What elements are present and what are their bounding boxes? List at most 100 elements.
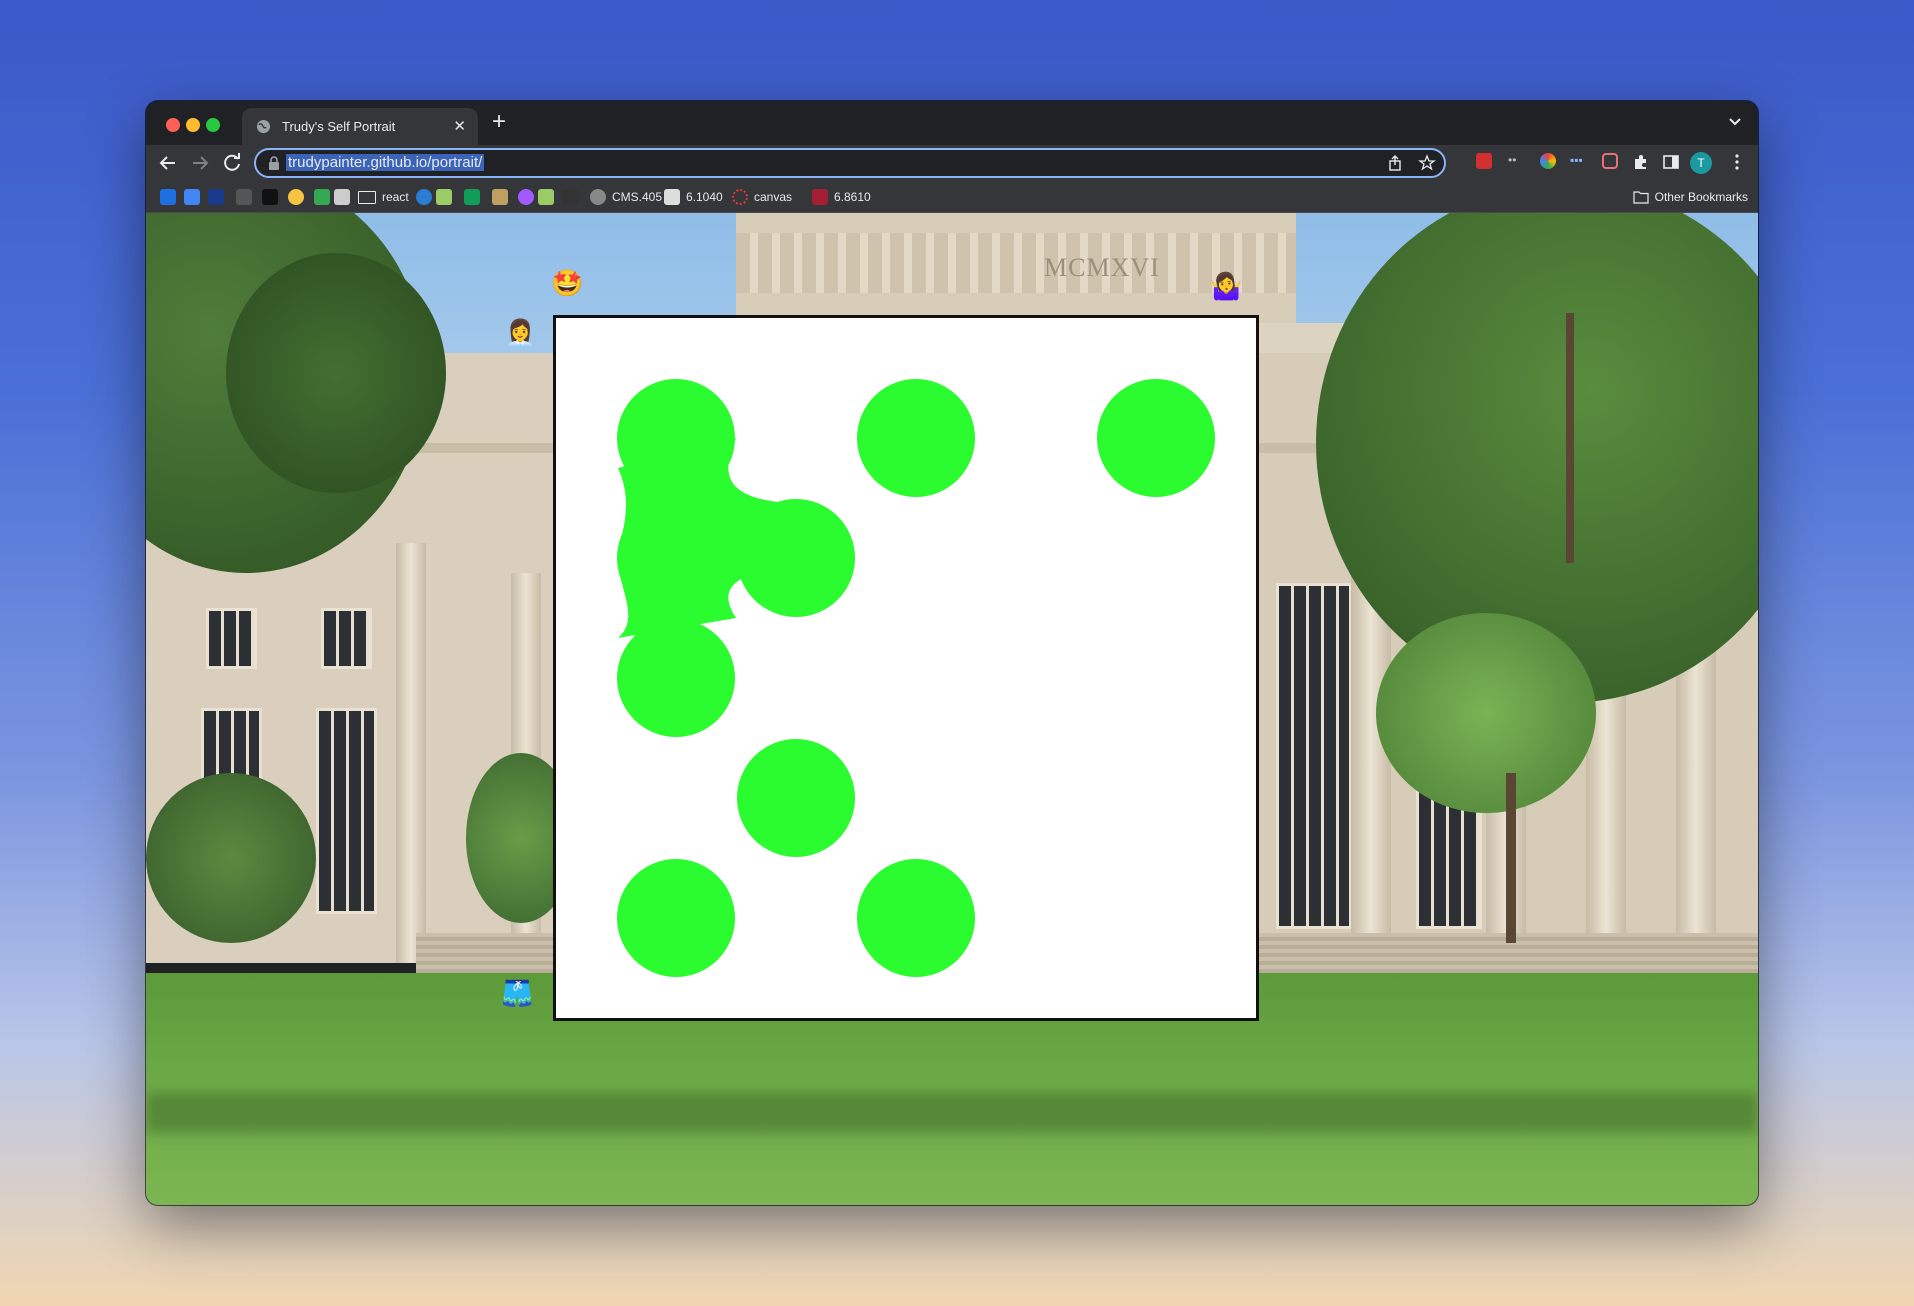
bookmark-label: CMS.405	[612, 190, 663, 204]
extension-record-icon[interactable]	[1602, 153, 1618, 169]
bookmark-item[interactable]	[288, 189, 304, 205]
stars-icon	[236, 189, 252, 205]
bookmark-item[interactable]	[236, 189, 252, 205]
reload-icon[interactable]	[220, 151, 244, 175]
nw-icon	[208, 189, 224, 205]
profile-avatar[interactable]: T	[1690, 152, 1712, 174]
new-tab-button[interactable]: +	[492, 109, 506, 135]
tab-strip: Trudy's Self Portrait ✕ +	[146, 101, 1758, 145]
background-tree-trunk	[1566, 313, 1574, 563]
background-window	[316, 708, 377, 914]
globe-icon	[256, 119, 271, 134]
other-bookmarks[interactable]: Other Bookmarks	[1633, 189, 1748, 205]
tab-active[interactable]: Trudy's Self Portrait ✕	[242, 108, 478, 145]
book-icon	[334, 189, 350, 205]
bookmark-item[interactable]	[160, 189, 176, 205]
money-house-icon	[492, 189, 508, 205]
bookmark-item[interactable]	[184, 189, 200, 205]
share-icon[interactable]	[1386, 154, 1404, 172]
bookmark-label: canvas	[754, 190, 793, 204]
portrait-dot	[617, 379, 735, 497]
zotero-icon	[562, 189, 578, 205]
extension-dots-icon[interactable]: ••	[1508, 153, 1526, 171]
edge-icon	[416, 189, 432, 205]
bookmark-item[interactable]	[464, 189, 480, 205]
folder-icon	[1633, 191, 1649, 204]
extension-bars-icon[interactable]: ▪▪▪	[1570, 153, 1588, 171]
background-tree-trunk	[1506, 773, 1516, 943]
dropbox-icon	[160, 189, 176, 205]
portrait-dot	[617, 619, 735, 737]
chevron-down-icon[interactable]	[1728, 115, 1742, 129]
extension-red-icon[interactable]	[1476, 153, 1492, 169]
browser-toolbar: trudypainter.github.io/portrait/ •• ▪▪▪ …	[146, 145, 1758, 182]
background-tree	[226, 253, 446, 493]
bookmark-item[interactable]	[518, 189, 534, 205]
star-struck-emoji[interactable]: 🤩	[551, 268, 583, 298]
browser-window: Trudy's Self Portrait ✕ + trudypainter.g…	[146, 101, 1758, 1205]
portrait-dot	[857, 859, 975, 977]
bookmarks-bar: Other Bookmarks react CMS.405 6.1040 canvas…	[146, 182, 1758, 213]
background-steps	[1236, 933, 1758, 973]
bookmark-item[interactable]: canvas	[732, 189, 792, 205]
shorts-emoji[interactable]: 🩳	[501, 978, 533, 1008]
messenger-icon	[518, 189, 534, 205]
bookmark-item[interactable]	[562, 189, 578, 205]
portrait-dot	[857, 379, 975, 497]
forward-icon[interactable]	[188, 151, 212, 175]
bookmark-item[interactable]	[436, 189, 452, 205]
bookmark-item[interactable]	[208, 189, 224, 205]
bookmark-item[interactable]	[262, 189, 278, 205]
background-lawn-shadow	[146, 1093, 1758, 1133]
bookmark-item[interactable]	[334, 189, 350, 205]
extension-colors-icon[interactable]	[1540, 153, 1556, 169]
close-tab-icon[interactable]: ✕	[453, 117, 466, 135]
smiley-icon	[288, 189, 304, 205]
folder-icon	[358, 190, 376, 204]
portrait-dot	[737, 499, 855, 617]
bookmark-item[interactable]: 6.1040	[664, 189, 723, 205]
background-column	[1351, 573, 1391, 963]
house-icon	[436, 189, 452, 205]
nts-icon	[262, 189, 278, 205]
portrait-dot	[737, 739, 855, 857]
portrait-dot	[1097, 379, 1215, 497]
drive-icon	[314, 189, 330, 205]
bookmark-item[interactable]	[492, 189, 508, 205]
maximize-window-button[interactable]	[206, 118, 220, 132]
star-icon[interactable]	[1418, 154, 1436, 172]
bookmark-item[interactable]	[538, 189, 554, 205]
minimize-window-button[interactable]	[186, 118, 200, 132]
background-window	[321, 608, 372, 669]
lock-icon[interactable]	[268, 156, 280, 170]
kebab-menu-icon[interactable]	[1728, 153, 1746, 171]
url-text[interactable]: trudypainter.github.io/portrait/	[286, 154, 485, 171]
portrait-dot	[617, 859, 735, 977]
portrait-canvas[interactable]	[553, 315, 1259, 1021]
building-inscription: MCMXVI	[1044, 253, 1160, 282]
background-tree	[1376, 613, 1596, 813]
address-bar[interactable]: trudypainter.github.io/portrait/	[254, 148, 1446, 178]
bookmark-label: react	[382, 190, 409, 204]
close-window-button[interactable]	[166, 118, 180, 132]
woman-shrugging-emoji[interactable]: 🤷‍♀️	[1210, 271, 1242, 301]
canvas-icon	[732, 189, 748, 205]
back-icon[interactable]	[156, 151, 180, 175]
bookmark-item[interactable]: 6.8610	[812, 189, 871, 205]
sheets-icon	[464, 189, 480, 205]
woman-technologist-emoji[interactable]: 👩‍💼	[504, 318, 536, 348]
bookmark-item[interactable]: CMS.405	[590, 189, 662, 205]
background-window	[1276, 583, 1352, 929]
mit-icon	[812, 189, 828, 205]
bookmark-item[interactable]	[314, 189, 330, 205]
tab-title: Trudy's Self Portrait	[282, 119, 396, 134]
bookmark-item[interactable]: react	[358, 189, 409, 205]
page-icon	[664, 189, 680, 205]
background-column	[396, 543, 426, 963]
puzzle-icon[interactable]	[1632, 153, 1650, 171]
bookmark-label: 6.1040	[686, 190, 723, 204]
other-bookmarks-label: Other Bookmarks	[1654, 190, 1748, 204]
bookmark-item[interactable]	[416, 189, 432, 205]
side-panel-icon[interactable]	[1662, 153, 1680, 171]
house-icon	[538, 189, 554, 205]
